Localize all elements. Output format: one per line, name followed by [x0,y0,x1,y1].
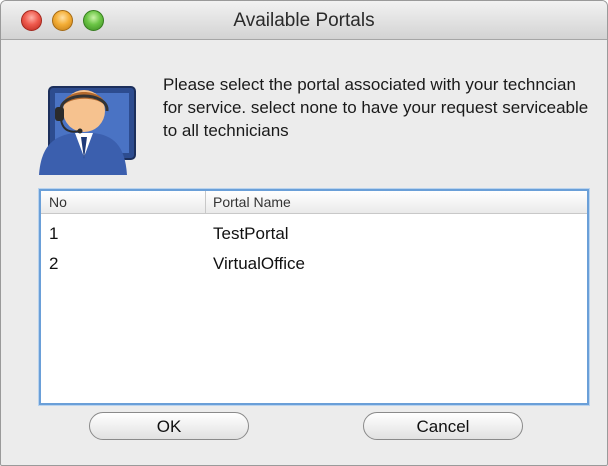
row-number: 2 [49,254,59,273]
window-title: Available Portals [233,10,375,31]
column-divider [205,191,206,213]
column-header-no[interactable]: No [49,194,67,210]
instruction-text: Please select the portal associated with… [163,75,589,140]
column-header-portal-name[interactable]: Portal Name [213,194,291,210]
title-bar: Available Portals [1,1,607,40]
portal-name: TestPortal [213,224,289,243]
support-agent-icon [39,86,136,175]
available-portals-dialog: Available Portals Please select the port… [0,0,608,466]
table-header: No Portal Name [41,191,587,214]
portal-name: VirtualOffice [213,254,305,273]
portal-table[interactable]: No Portal Name 1 TestPortal 2 VirtualOff… [39,189,589,405]
table-row[interactable]: 2 VirtualOffice [41,250,587,278]
cancel-button[interactable]: Cancel [363,412,523,440]
table-row[interactable]: 1 TestPortal [41,220,587,248]
ok-button[interactable]: OK [89,412,249,440]
row-number: 1 [49,224,59,243]
